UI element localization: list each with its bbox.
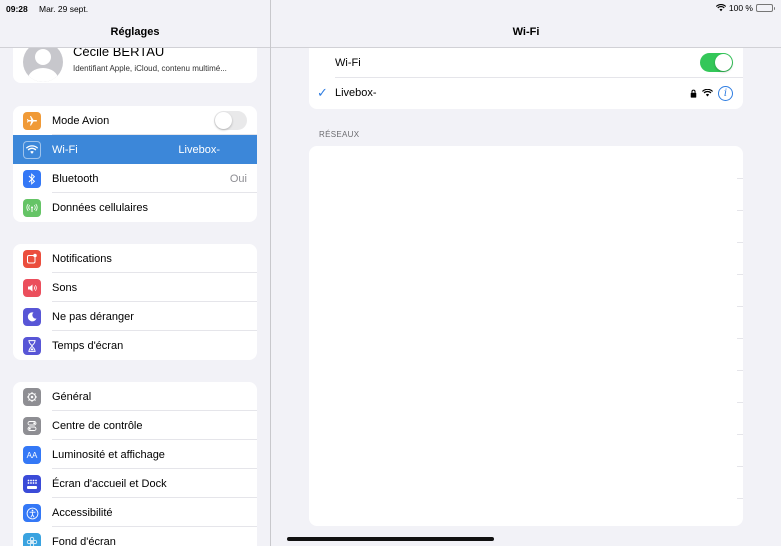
info-icon[interactable]: i (718, 85, 733, 101)
sidebar-item-temps-ecran[interactable]: Temps d'écran (13, 331, 257, 360)
wifi-signal-icon (715, 4, 726, 12)
status-date: Mar. 29 sept. (39, 4, 89, 14)
page-title: Wi-Fi (271, 16, 781, 48)
status-time: 09:28 (6, 4, 28, 14)
sidebar-item-label: Centre de contrôle (52, 419, 143, 432)
sidebar-item-fond-ecran[interactable]: Fond d'écran (13, 527, 257, 546)
notifications-icon (23, 250, 41, 268)
antenna-icon (23, 199, 41, 217)
text-size-icon: AA (23, 446, 41, 464)
sidebar-item-label: Bluetooth (52, 172, 99, 185)
wifi-strength-icon (702, 89, 713, 97)
speaker-icon (23, 279, 41, 297)
wifi-toggle-row: Wi-Fi (309, 48, 743, 78)
networks-section-title: RÉSEAUX (319, 130, 360, 139)
profile-subtitle: Identifiant Apple, iCloud, contenu multi… (73, 64, 227, 73)
avatar (23, 42, 63, 82)
sidebar-title: Réglages (0, 16, 270, 48)
wifi-network-value: Livebox- (178, 143, 220, 156)
sidebar-item-mode-avion[interactable]: Mode Avion (13, 106, 257, 135)
sidebar-item-ecran-accueil[interactable]: Écran d'accueil et Dock (13, 469, 257, 498)
connected-network-row[interactable]: ✓ Livebox- i (309, 78, 743, 108)
wifi-toggle[interactable] (700, 53, 733, 72)
networks-list (309, 146, 743, 526)
bluetooth-value: Oui (229, 172, 247, 185)
battery-text: 100 % (728, 3, 753, 13)
switches-icon (23, 417, 41, 435)
network-name: Livebox- (335, 87, 377, 99)
sidebar-item-sons[interactable]: Sons (13, 273, 257, 302)
notifications-group: Notifications Sons Ne pas déranger Temps… (13, 244, 257, 360)
sidebar-item-centre-controle[interactable]: Centre de contrôle (13, 411, 257, 440)
moon-icon (23, 308, 41, 326)
sidebar-item-label: Temps d'écran (52, 339, 124, 352)
sidebar-item-label: Accessibilité (52, 506, 113, 519)
sidebar-item-wifi[interactable]: Wi-Fi Livebox- (13, 135, 257, 164)
wifi-settings-group: Wi-Fi ✓ Livebox- i (309, 48, 743, 109)
list-separators (737, 146, 743, 526)
sidebar-item-label: Ne pas déranger (52, 310, 134, 323)
sidebar-item-label: Écran d'accueil et Dock (52, 477, 167, 490)
home-indicator[interactable] (287, 537, 494, 541)
sidebar-item-label: Luminosité et affichage (52, 448, 165, 461)
battery-icon (756, 4, 775, 12)
lock-icon (690, 89, 697, 98)
sidebar-item-label: Fond d'écran (52, 535, 116, 546)
accessibility-icon (23, 504, 41, 522)
status-right: 100 % (715, 3, 775, 13)
airplane-mode-toggle[interactable] (214, 111, 247, 130)
bluetooth-icon (23, 170, 41, 188)
airplane-icon (23, 112, 41, 130)
home-grid-icon (23, 475, 41, 493)
gear-icon (23, 388, 41, 406)
connectivity-group: Mode Avion Wi-Fi Livebox- Bluetooth Oui … (13, 106, 257, 222)
wifi-icon (23, 141, 41, 159)
sidebar-item-luminosite[interactable]: AA Luminosité et affichage (13, 440, 257, 469)
sidebar-item-cellular[interactable]: Données cellulaires (13, 193, 257, 222)
sidebar-item-label: Données cellulaires (52, 201, 148, 214)
general-group: Général Centre de contrôle AA Luminosité… (13, 382, 257, 546)
wifi-detail-pane: Wi-Fi Wi-Fi ✓ Livebox- i RÉSEAUX (271, 16, 781, 546)
sidebar-item-accessibilite[interactable]: Accessibilité (13, 498, 257, 527)
sidebar-item-label: Sons (52, 281, 78, 294)
sidebar-item-ne-pas-deranger[interactable]: Ne pas déranger (13, 302, 257, 331)
sidebar-item-general[interactable]: Général (13, 382, 257, 411)
sidebar-item-label: Notifications (52, 252, 112, 265)
sidebar-item-label: Mode Avion (52, 114, 110, 127)
sidebar-item-label: Wi-Fi (52, 143, 78, 156)
status-bar: 09:28 Mar. 29 sept. 100 % (0, 0, 781, 16)
sidebar-item-bluetooth[interactable]: Bluetooth Oui (13, 164, 257, 193)
wifi-label: Wi-Fi (335, 57, 361, 69)
settings-sidebar: Réglages Cécile BERTAU Identifiant Apple… (0, 16, 270, 546)
sidebar-item-label: Général (52, 390, 92, 403)
network-status-icons: i (690, 85, 733, 101)
sidebar-item-notifications[interactable]: Notifications (13, 244, 257, 273)
checkmark-icon: ✓ (317, 85, 328, 100)
hourglass-icon (23, 337, 41, 355)
flower-icon (23, 533, 41, 546)
